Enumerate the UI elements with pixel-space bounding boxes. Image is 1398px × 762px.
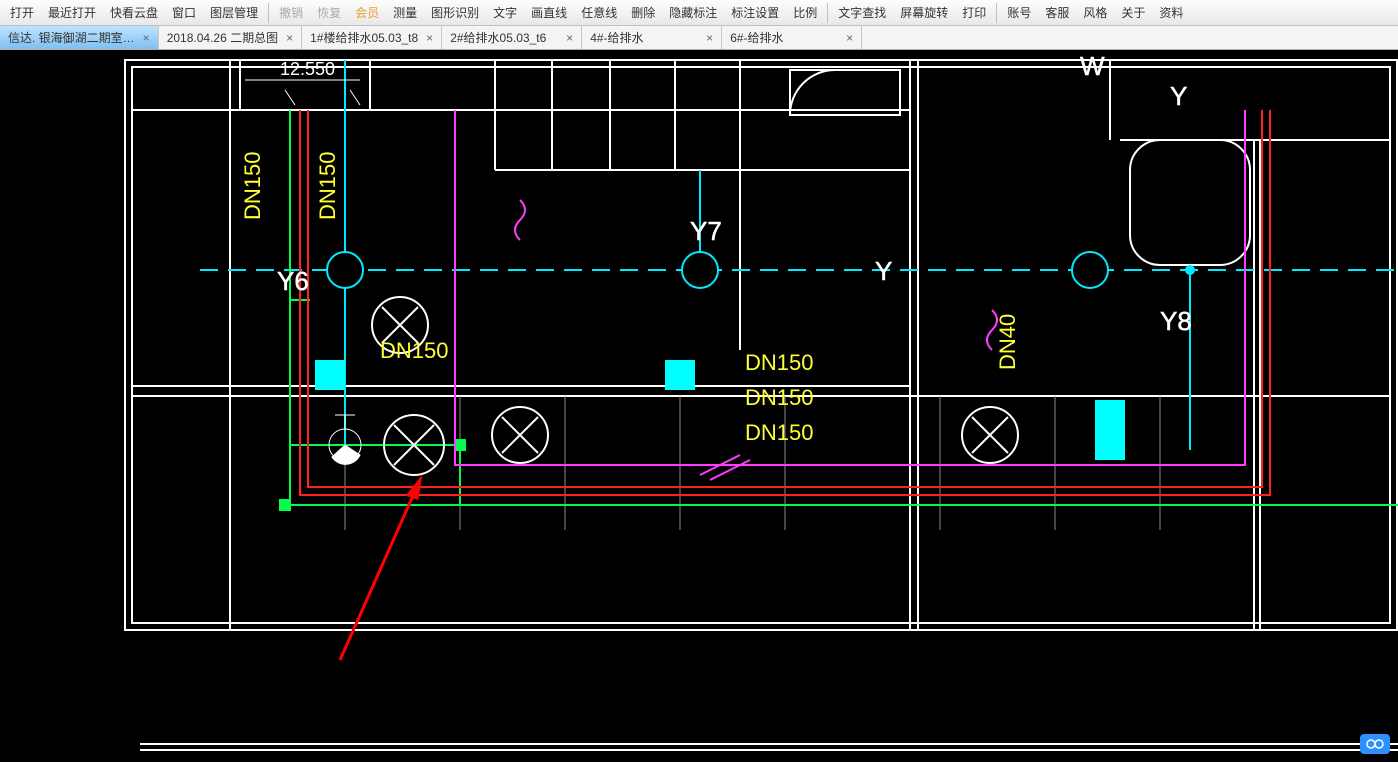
arbitrary-line-button[interactable]: 任意线 [575,3,623,22]
node-label: W [1080,51,1105,81]
close-icon[interactable]: × [566,31,573,45]
open-button[interactable]: 打开 [4,3,40,22]
node-label: Y [1170,81,1187,111]
delete-button[interactable]: 删除 [625,3,661,22]
tab-document-6[interactable]: 6#-给排水 × [722,26,862,49]
cloud-badge-icon[interactable] [1360,734,1390,754]
node-label: Y7 [690,216,722,246]
account-button[interactable]: 账号 [1001,3,1037,22]
tab-label: 2#给排水05.03_t6 [450,29,558,46]
pipe-label: DN150 [315,152,340,220]
tab-label: 6#-给排水 [730,29,838,46]
about-button[interactable]: 关于 [1115,3,1151,22]
print-button[interactable]: 打印 [956,3,992,22]
node-label: Y8 [1160,306,1192,336]
measure-button[interactable]: 测量 [387,3,423,22]
close-icon[interactable]: × [846,31,853,45]
pipe-label: DN150 [745,350,813,375]
annot-setting-button[interactable]: 标注设置 [725,3,785,22]
document-tabbar: 信达. 银海御湖二期室… × 2018.04.26 二期总图 × 1#楼给排水0… [0,26,1398,50]
service-button[interactable]: 客服 [1039,3,1075,22]
undo-button[interactable]: 撤销 [273,3,309,22]
cad-drawing: DN150 DN150 DN150 DN150 DN150 DN150 DN40… [0,50,1398,762]
separator [827,3,828,23]
window-button[interactable]: 窗口 [166,3,202,22]
resource-button[interactable]: 资料 [1153,3,1189,22]
rotate-screen-button[interactable]: 屏幕旋转 [894,3,954,22]
hide-annot-button[interactable]: 隐藏标注 [663,3,723,22]
tab-label: 信达. 银海御湖二期室… [8,29,135,46]
tab-document-2[interactable]: 2018.04.26 二期总图 × [159,26,302,49]
dimension-label: 12.550 [280,59,335,79]
tab-document-1[interactable]: 信达. 银海御湖二期室… × [0,26,159,49]
close-icon[interactable]: × [143,31,150,45]
shape-recognize-button[interactable]: 图形识别 [425,3,485,22]
separator [996,3,997,23]
tab-document-4[interactable]: 2#给排水05.03_t6 × [442,26,582,49]
tab-label: 1#楼给排水05.03_t8 [310,29,418,46]
tab-label: 4#-给排水 [590,29,698,46]
close-icon[interactable]: × [286,31,293,45]
member-button[interactable]: 会员 [349,3,385,22]
recent-open-button[interactable]: 最近打开 [42,3,102,22]
pipe-label: DN150 [240,152,265,220]
redo-button[interactable]: 恢复 [311,3,347,22]
separator [268,3,269,23]
layer-mgmt-button[interactable]: 图层管理 [204,3,264,22]
close-icon[interactable]: × [706,31,713,45]
text-button[interactable]: 文字 [487,3,523,22]
node-label: Y [875,256,892,286]
drawing-canvas[interactable]: DN150 DN150 DN150 DN150 DN150 DN150 DN40… [0,50,1398,762]
scale-button[interactable]: 比例 [787,3,823,22]
node-label: Y6 [277,266,309,296]
tab-document-3[interactable]: 1#楼给排水05.03_t8 × [302,26,442,49]
main-toolbar: 打开 最近打开 快看云盘 窗口 图层管理 撤销 恢复 会员 测量 图形识别 文字… [0,0,1398,26]
pipe-label: DN40 [995,314,1020,370]
pipe-label: DN150 [745,385,813,410]
find-text-button[interactable]: 文字查找 [832,3,892,22]
pipe-label: DN150 [380,338,448,363]
style-button[interactable]: 风格 [1077,3,1113,22]
quick-cloud-button[interactable]: 快看云盘 [104,3,164,22]
tab-document-5[interactable]: 4#-给排水 × [582,26,722,49]
close-icon[interactable]: × [426,31,433,45]
tab-label: 2018.04.26 二期总图 [167,29,278,46]
pipe-label: DN150 [745,420,813,445]
draw-line-button[interactable]: 画直线 [525,3,573,22]
